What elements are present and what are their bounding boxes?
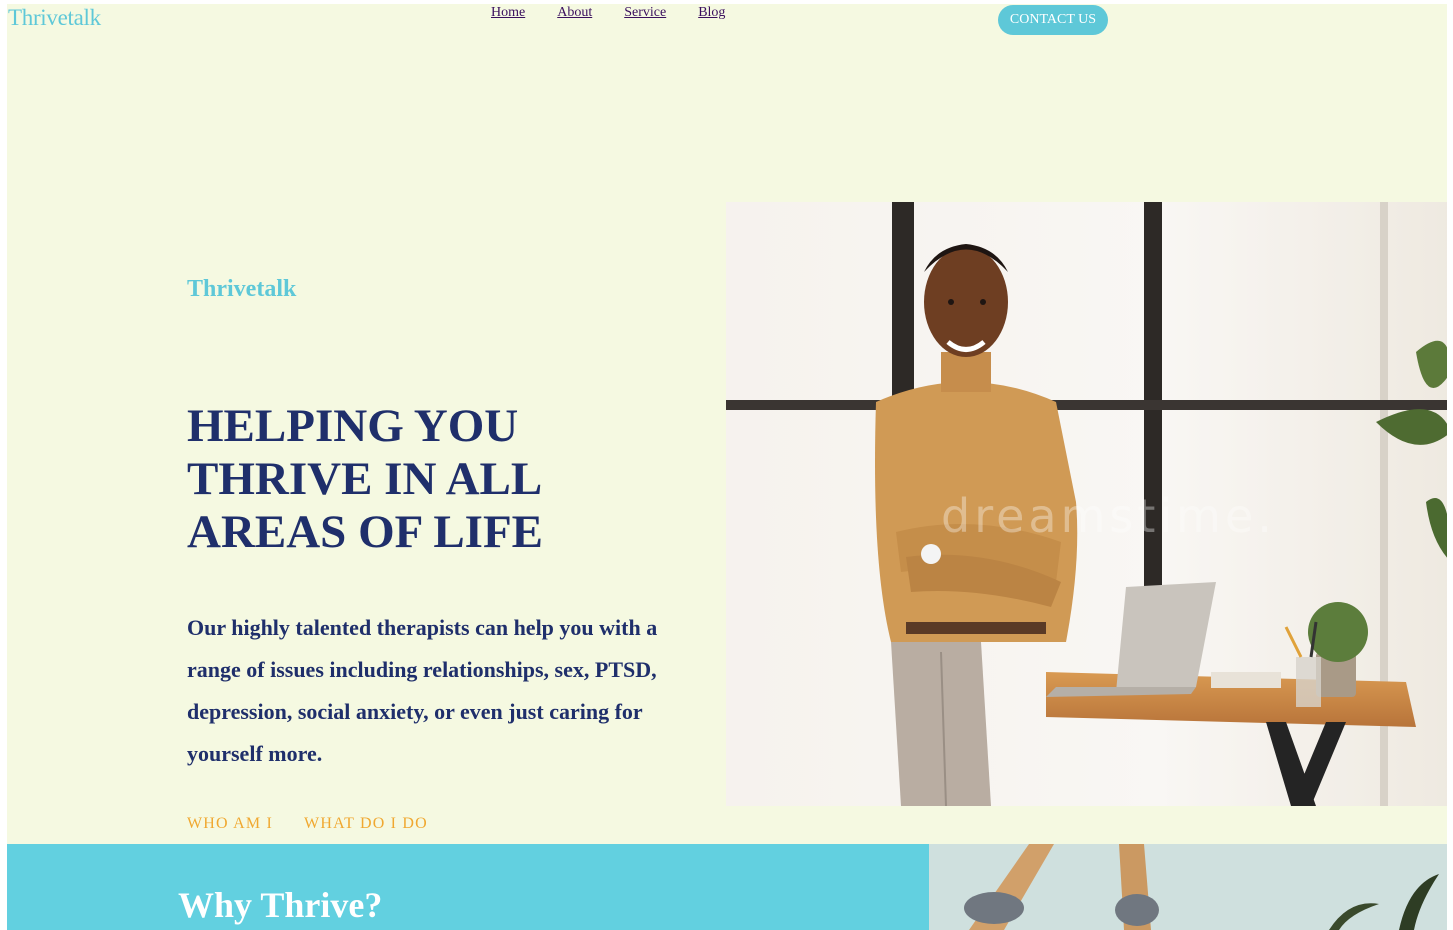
why-thrive-title: Why Thrive?: [178, 885, 383, 925]
hero-photo: dreamstime.: [726, 202, 1447, 806]
nav-blog-link[interactable]: Blog: [698, 5, 725, 21]
hero-title-line: HELPING YOU: [187, 400, 519, 452]
nav-service-link[interactable]: Service: [624, 5, 666, 21]
nav-about-link[interactable]: About: [557, 5, 592, 21]
why-thrive-section: Why Thrive?: [7, 844, 929, 930]
secondary-photo: [929, 844, 1447, 930]
legs-photo-image: [929, 844, 1447, 930]
what-do-i-do-link[interactable]: WHAT DO I DO: [304, 815, 428, 833]
hero-title: HELPING YOU THRIVE IN ALL AREAS OF LIFE: [187, 400, 647, 559]
hero-links: WHO AM I WHAT DO I DO: [187, 815, 459, 833]
hero-title-line: THRIVE IN ALL: [187, 453, 543, 505]
contact-us-button[interactable]: CONTACT US: [998, 5, 1108, 35]
who-am-i-link[interactable]: WHO AM I: [187, 815, 273, 833]
site-logo[interactable]: Thrivetalk: [8, 5, 101, 31]
hero-description: Our highly talented therapists can help …: [187, 615, 658, 766]
therapist-portrait-image: dreamstime.: [726, 202, 1447, 806]
hero-title-line: AREAS OF LIFE: [187, 506, 544, 558]
svg-text:dreamstime.: dreamstime.: [941, 489, 1276, 543]
hero-subtitle: Thrivetalk: [187, 276, 297, 302]
nav-home-link[interactable]: Home: [491, 5, 525, 21]
main-nav: Home About Service Blog: [491, 5, 757, 21]
page: Thrivetalk Home About Service Blog CONTA…: [7, 4, 1447, 930]
